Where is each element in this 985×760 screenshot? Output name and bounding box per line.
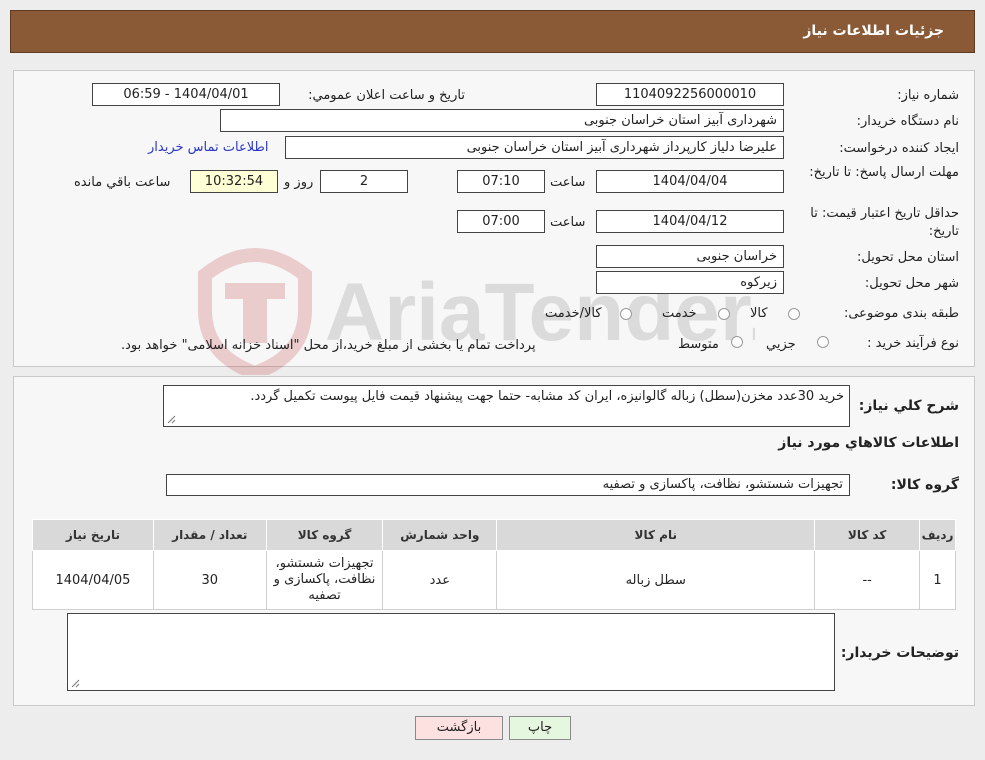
requester-field: علیرضا دلیاز کارپرداز شهرداری آبیز استان… <box>285 136 784 159</box>
col-unit: واحد شمارش <box>382 519 498 551</box>
resize-handle-icon[interactable] <box>166 414 176 424</box>
col-row: رديف <box>919 519 956 551</box>
category-goods-radio[interactable] <box>788 308 800 320</box>
goods-group-field: تجهیزات شستشو، نظافت، پاکسازی و تصفیه <box>166 474 850 496</box>
description-text: خرید 30عدد مخزن(سطل) زباله گالوانیزه، ای… <box>250 389 844 404</box>
col-date: تاريخ نياز <box>32 519 154 551</box>
process-minor-label: جزيي <box>766 337 796 352</box>
col-group: گروه کالا <box>265 519 384 551</box>
process-label: نوع فرآيند خريد : <box>867 336 959 351</box>
province-field: خراسان جنوبی <box>596 245 784 268</box>
buyer-org-label: نام دستگاه خريدار: <box>856 114 959 129</box>
description-textarea[interactable]: خرید 30عدد مخزن(سطل) زباله گالوانیزه، ای… <box>163 385 850 427</box>
col-name: نام کالا <box>496 519 816 551</box>
buyer-notes-textarea[interactable] <box>67 613 835 691</box>
category-service-label: خدمت <box>662 306 697 321</box>
table-row: 1 -- سطل زباله عدد تجهیزات شستشو، نظافت،… <box>32 550 956 610</box>
buyer-notes-label: توضيحات خريدار: <box>840 645 959 661</box>
cell-unit: عدد <box>382 550 498 610</box>
col-qty: تعداد / مقدار <box>152 519 267 551</box>
city-label: شهر محل تحویل: <box>864 276 959 291</box>
category-label: طبقه بندی موضوعی: <box>843 306 959 321</box>
validity-time-field: 07:00 <box>457 210 545 233</box>
remaining-time-label: ساعت باقي مانده <box>74 175 171 190</box>
remaining-time-field: 10:32:54 <box>190 170 278 193</box>
need-number-label: شماره نیاز: <box>897 88 959 103</box>
need-number-field: 1104092256000010 <box>596 83 784 106</box>
province-label: استان محل تحویل: <box>857 250 959 265</box>
goods-group-label: گروه کالا: <box>890 477 959 493</box>
price-validity-label: حداقل تاريخ اعتبار قيمت: تا تاریخ: <box>810 206 959 239</box>
category-goods-service-label: کالا/خدمت <box>545 306 602 321</box>
description-label: شرح کلي نياز: <box>858 398 959 414</box>
announce-field: 1404/04/01 - 06:59 <box>92 83 280 106</box>
validity-time-label: ساعت <box>550 215 586 230</box>
process-medium-radio[interactable] <box>731 336 743 348</box>
goods-table-header: رديف کد کالا نام کالا واحد شمارش گروه کا… <box>32 519 956 551</box>
days-label: روز و <box>284 175 314 190</box>
reply-date-field: 1404/04/04 <box>596 170 784 193</box>
cell-row: 1 <box>919 550 956 610</box>
city-field: زیرکوه <box>596 271 784 294</box>
page-header: جزئیات اطلاعات نیاز <box>10 10 975 53</box>
category-goods-service-radio[interactable] <box>620 308 632 320</box>
announce-label: تاریخ و ساعت اعلان عمومي: <box>308 88 465 103</box>
back-button[interactable]: بازگشت <box>415 716 503 740</box>
process-minor-radio[interactable] <box>817 336 829 348</box>
print-button[interactable]: چاپ <box>509 716 571 740</box>
resize-handle-icon[interactable] <box>70 678 80 688</box>
cell-qty: 30 <box>152 550 267 610</box>
goods-section-title: اطلاعات کالاهاي مورد نياز <box>778 435 959 451</box>
goods-table: رديف کد کالا نام کالا واحد شمارش گروه کا… <box>32 519 956 610</box>
cell-group: تجهیزات شستشو، نظافت، پاکسازی و تصفیه <box>265 550 384 610</box>
buyer-org-field: شهرداری آبیز استان خراسان جنوبی <box>220 109 784 132</box>
category-service-radio[interactable] <box>718 308 730 320</box>
reply-time-field: 07:10 <box>457 170 545 193</box>
process-note: پرداخت تمام یا بخشی از مبلغ خرید،از محل … <box>121 338 536 353</box>
days-field: 2 <box>320 170 408 193</box>
validity-date-field: 1404/04/12 <box>596 210 784 233</box>
page-title: جزئیات اطلاعات نیاز <box>803 23 944 39</box>
reply-deadline-label: مهلت ارسال پاسخ: تا تاریخ: <box>809 165 959 180</box>
cell-code: -- <box>814 550 921 610</box>
category-goods-label: کالا <box>750 306 768 321</box>
requester-label: ايجاد کننده درخواست: <box>839 141 959 156</box>
watermark-shield-icon <box>198 248 312 375</box>
buyer-contact-link[interactable]: اطلاعات تماس خريدار <box>148 140 268 155</box>
cell-date: 1404/04/05 <box>32 550 154 610</box>
cell-name: سطل زباله <box>496 550 816 610</box>
col-code: کد کالا <box>814 519 921 551</box>
reply-time-label: ساعت <box>550 175 586 190</box>
process-medium-label: متوسط <box>678 337 719 352</box>
